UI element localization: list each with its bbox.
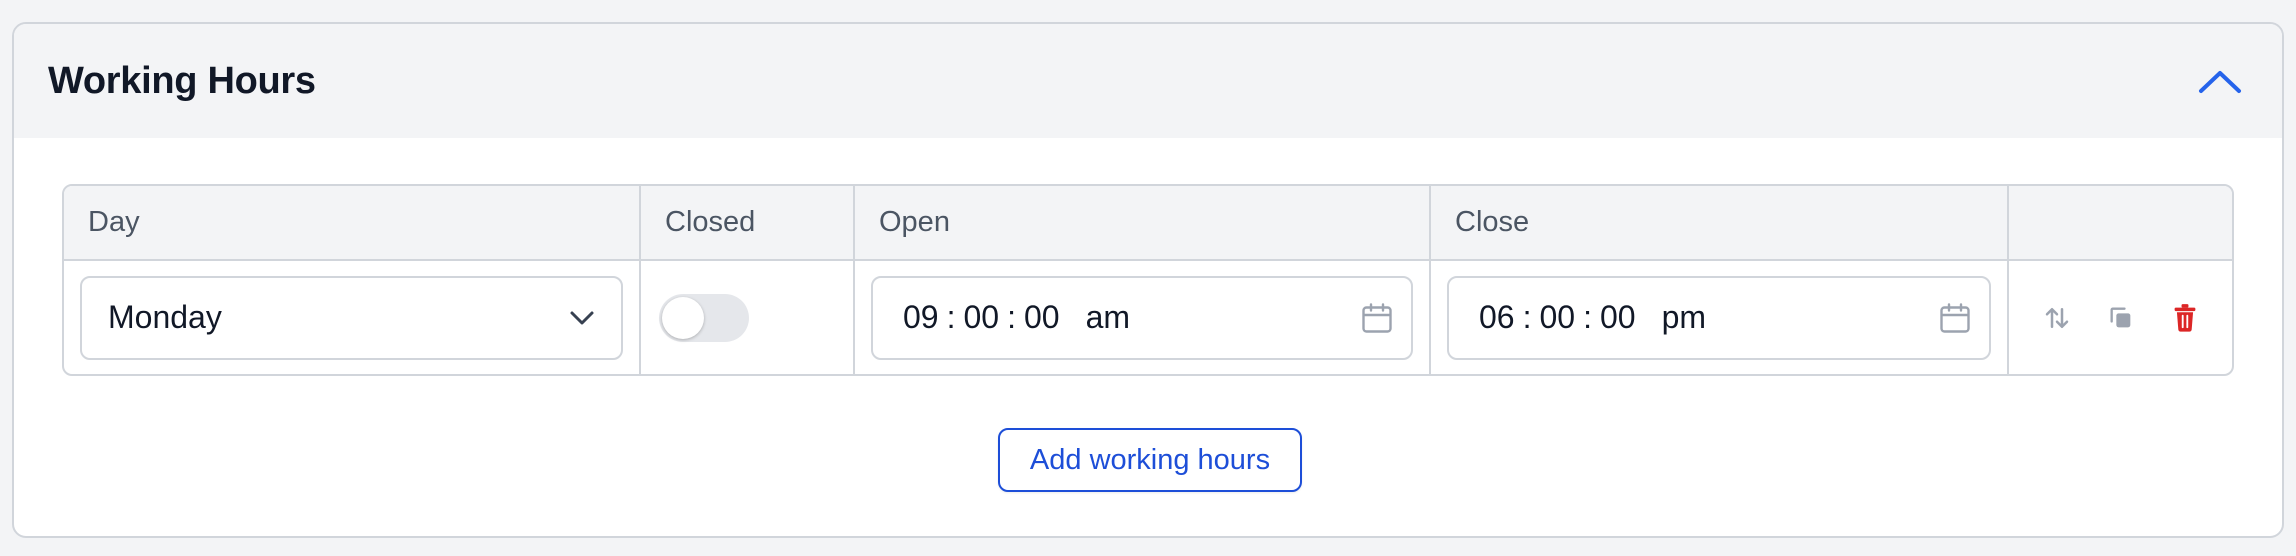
close-second[interactable]: 00 (1600, 299, 1636, 336)
open-second[interactable]: 00 (1024, 299, 1060, 336)
closed-cell (640, 260, 855, 374)
header-closed: Closed (640, 186, 855, 261)
reorder-button[interactable] (2040, 301, 2074, 335)
time-separator: : (946, 299, 956, 335)
close-cell: 06:00:00 pm (1430, 260, 2009, 374)
open-hour[interactable]: 09 (903, 299, 939, 336)
open-time-input[interactable]: 09:00:00 am (871, 275, 1413, 360)
day-cell: Monday (64, 260, 641, 374)
working-hours-panel: Working Hours Day Closed Open Close Mond… (12, 22, 2284, 538)
day-select-value: Monday (108, 299, 222, 335)
close-hour[interactable]: 06 (1479, 299, 1515, 336)
open-cell: 09:00:00 am (854, 260, 1431, 374)
open-time-value: 09:00:00 am (903, 299, 1130, 336)
chevron-down-icon (570, 311, 594, 324)
chevron-up-icon (2199, 71, 2241, 93)
time-separator: : (1007, 299, 1016, 335)
day-select[interactable]: Monday (80, 275, 623, 360)
close-ampm[interactable]: pm (1662, 299, 1706, 336)
calendar-icon[interactable] (1359, 300, 1395, 336)
close-minute[interactable]: 00 (1539, 299, 1575, 336)
header-open: Open (854, 186, 1431, 261)
header-close: Close (1430, 186, 2009, 261)
panel-header: Working Hours (14, 24, 2282, 138)
add-working-hours-button[interactable]: Add working hours (998, 428, 1302, 492)
close-time-input[interactable]: 06:00:00 pm (1447, 275, 1991, 360)
working-hours-table: Day Closed Open Close Monday 09: 00: 0… (62, 184, 2234, 376)
panel-title: Working Hours (48, 59, 316, 102)
copy-icon (2110, 307, 2130, 327)
toggle-knob (662, 296, 704, 339)
table-row: Monday 09:00: 00 am 06: 00: 00 pm (64, 260, 2232, 374)
collapse-button[interactable] (2194, 55, 2246, 107)
open-ampm[interactable]: am (1086, 299, 1130, 336)
closed-toggle[interactable] (659, 293, 749, 342)
duplicate-button[interactable] (2104, 301, 2138, 335)
trash-icon (2174, 303, 2195, 332)
close-time-value: 06:00:00 pm (1479, 299, 1706, 336)
table-header-row: Day Closed Open Close (64, 186, 2232, 261)
open-minute[interactable]: 00 (963, 299, 999, 336)
sort-icon (2045, 307, 2068, 328)
time-separator: : (1583, 299, 1592, 335)
header-day: Day (64, 186, 641, 261)
header-actions (2008, 186, 2232, 261)
row-actions (2025, 301, 2216, 335)
delete-button[interactable] (2168, 301, 2202, 335)
time-separator: : (1522, 299, 1532, 335)
calendar-icon[interactable] (1937, 300, 1973, 336)
actions-cell (2008, 260, 2232, 374)
